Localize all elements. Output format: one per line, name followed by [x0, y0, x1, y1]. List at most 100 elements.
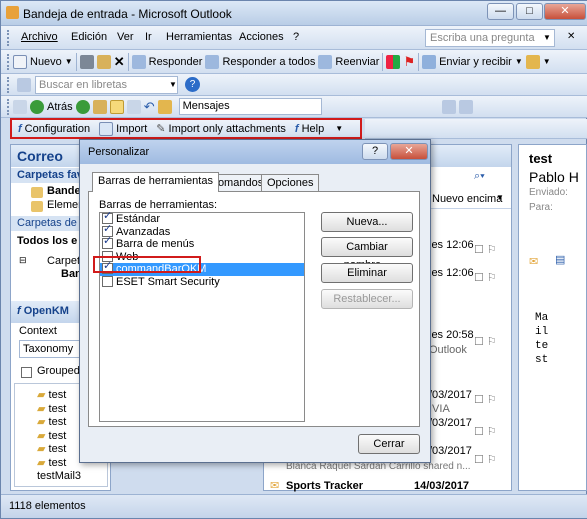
flag-column-icon[interactable]: ☐ ⚐	[474, 335, 497, 348]
body-line: Ma	[535, 312, 549, 324]
move-icon[interactable]	[96, 54, 111, 69]
menu-archivo[interactable]: Archivo	[21, 31, 58, 43]
tree-item[interactable]: testMail3	[37, 470, 81, 482]
reset-toolbar-button[interactable]: Restablecer...	[321, 289, 413, 309]
reply-all-button[interactable]: Responder a todos	[222, 56, 315, 68]
tree-item[interactable]: test	[49, 403, 67, 415]
menu-edicion[interactable]: Edición	[71, 31, 107, 43]
rules-icon[interactable]	[157, 99, 172, 114]
menu-help[interactable]: ?	[293, 31, 299, 43]
dialog-close-button[interactable]: ✕	[390, 143, 428, 160]
toolbars-group-label: Barras de herramientas:	[99, 199, 217, 211]
sort-dropdown-icon[interactable]: ▼	[496, 193, 504, 202]
tree-item[interactable]: test	[49, 443, 67, 455]
delete-toolbar-button[interactable]: Eliminar	[321, 263, 413, 283]
rename-toolbar-button[interactable]: Cambiar nombre...	[321, 237, 413, 271]
tree-item[interactable]: test	[49, 389, 67, 401]
ask-question-input[interactable]: Escriba una pregunta	[425, 29, 555, 47]
tree-item[interactable]: test	[49, 457, 67, 469]
menu-close-icon[interactable]: ✕	[567, 31, 575, 42]
body-line: st	[535, 354, 549, 366]
search-icon[interactable]: ⌕▾	[474, 170, 485, 183]
search-dropdown-icon[interactable]: ▼	[169, 80, 177, 89]
configuration-button[interactable]: Configuration	[25, 123, 90, 135]
reading-pane-icon[interactable]	[109, 99, 124, 114]
toolbar-list-item[interactable]: Barra de menús	[100, 236, 304, 251]
send-receive-dropdown-icon[interactable]: ▼	[515, 57, 523, 66]
message-source: Outlook	[429, 344, 467, 356]
undo-icon[interactable]: ↶	[144, 99, 155, 115]
collapse-icon[interactable]: ⊟	[19, 255, 27, 266]
toolbar-checkbox[interactable]	[102, 236, 113, 250]
forward-nav-icon[interactable]	[75, 99, 90, 114]
reply-button[interactable]: Responder	[149, 56, 203, 68]
minimize-button[interactable]: —	[487, 3, 514, 20]
menu-acciones[interactable]: Acciones	[239, 31, 284, 43]
toolbar-list-item[interactable]: Estándar	[100, 211, 304, 226]
sort-order-label[interactable]: Nuevo encima	[432, 193, 502, 205]
okm-help-button[interactable]: Help	[302, 123, 325, 135]
folder-icon: ▰	[37, 456, 49, 469]
tab-options[interactable]: Opciones	[261, 174, 320, 192]
back-button[interactable]: Atrás	[47, 101, 73, 113]
new-button[interactable]: Nuevo	[30, 56, 62, 68]
dialog-title: Personalizar	[88, 146, 150, 158]
flag-column-icon[interactable]: ☐ ⚐	[474, 393, 497, 406]
new-toolbar-button[interactable]: Nueva...	[321, 212, 413, 232]
toolbar-list-item[interactable]: Avanzadas	[100, 224, 304, 239]
message-sender[interactable]: Sports Tracker	[286, 480, 363, 492]
folder-icon: ▰	[37, 429, 49, 442]
address-search-input[interactable]: Buscar en libretas	[35, 76, 178, 94]
separator	[127, 52, 129, 71]
flag-column-icon[interactable]: ☐ ⚐	[474, 425, 497, 438]
categorize-icon[interactable]	[386, 54, 401, 69]
address-book-icon[interactable]	[17, 78, 31, 92]
toolbar-checkbox[interactable]	[102, 275, 113, 287]
maximize-button[interactable]: □	[516, 3, 543, 20]
view-icon[interactable]	[425, 100, 439, 114]
up-folder-icon[interactable]	[92, 99, 107, 114]
menu-ir[interactable]: Ir	[145, 31, 152, 43]
flag-column-icon[interactable]: ☐ ⚐	[474, 453, 497, 466]
new-mail-icon	[13, 54, 27, 69]
tab-toolbars[interactable]: Barras de herramientas	[92, 172, 219, 192]
reply-icon	[131, 54, 146, 69]
folder-list-icon[interactable]	[126, 99, 141, 114]
new-dropdown-icon[interactable]: ▼	[65, 57, 73, 66]
tree-item[interactable]: test	[49, 416, 67, 428]
import-button[interactable]: Import	[116, 123, 147, 135]
toolbar-list-item[interactable]: ESET Smart Security	[100, 275, 304, 289]
ask-dropdown-icon[interactable]: ▼	[543, 33, 551, 42]
current-view-combo[interactable]: Mensajes	[178, 98, 322, 115]
delete-icon[interactable]: ✕	[114, 54, 125, 70]
toolbar-options-icon[interactable]: ▼	[335, 124, 343, 133]
body-line: te	[535, 340, 549, 352]
attachment-icon[interactable]: ▤	[555, 253, 565, 266]
import-attachments-button[interactable]: Import only attachments	[169, 123, 286, 135]
toolbar-options-icon[interactable]: ▼	[543, 57, 551, 66]
menu-ver[interactable]: Ver	[117, 31, 134, 43]
print-icon[interactable]	[79, 54, 94, 69]
flag-column-icon[interactable]: ☐ ⚐	[474, 271, 497, 284]
categories-icon[interactable]	[458, 99, 473, 114]
folder-icon	[31, 187, 43, 198]
grip-icon	[7, 53, 10, 70]
address-book-icon[interactable]	[525, 54, 540, 69]
menu-herramientas[interactable]: Herramientas	[166, 31, 232, 43]
forward-icon	[318, 54, 333, 69]
tree-item[interactable]: test	[49, 430, 67, 442]
toolbar-label: Estándar	[116, 213, 161, 225]
print-preview-icon[interactable]	[441, 99, 456, 114]
dialog-close-action-button[interactable]: Cerrar	[358, 434, 420, 454]
help-icon[interactable]: ?	[185, 77, 200, 92]
outlook-today-icon[interactable]	[13, 99, 27, 114]
dialog-help-button[interactable]: ?	[362, 143, 388, 160]
forward-button[interactable]: Reenviar	[335, 56, 379, 68]
all-mail-items[interactable]: Todos los e	[17, 235, 77, 247]
close-button[interactable]: ✕	[544, 3, 586, 20]
grouped-checkbox[interactable]	[21, 367, 32, 378]
flag-column-icon[interactable]: ☐ ⚐	[474, 243, 497, 256]
toolbar-filler	[365, 119, 587, 139]
flag-icon[interactable]: ⚑	[403, 54, 415, 70]
send-receive-button[interactable]: Enviar y recibir	[439, 56, 512, 68]
